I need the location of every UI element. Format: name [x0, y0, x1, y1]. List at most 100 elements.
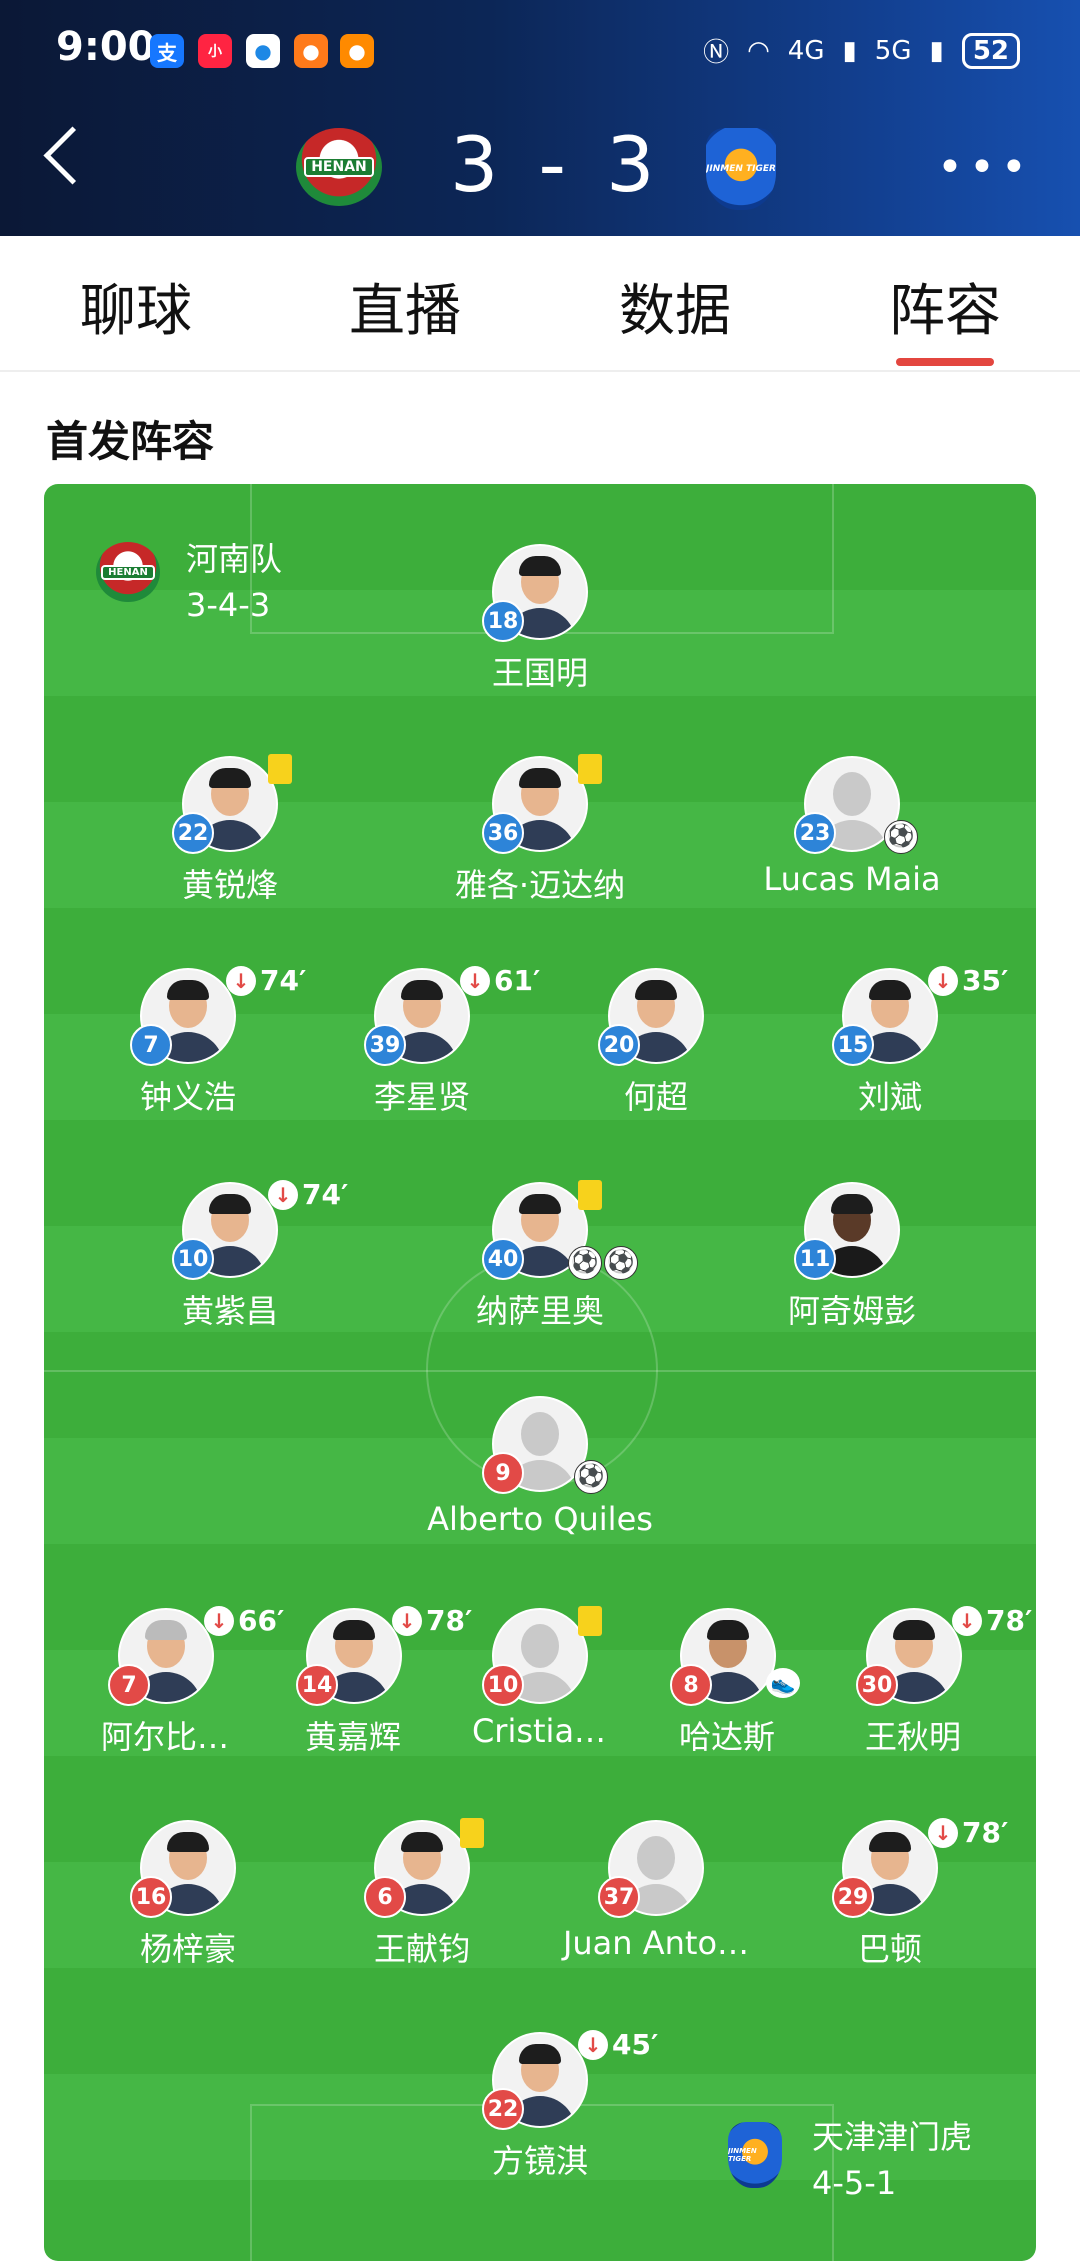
back-button[interactable]: [43, 126, 102, 185]
tab-live[interactable]: 直播: [305, 266, 505, 347]
tab-stats[interactable]: 数据: [575, 266, 775, 347]
lineup-pitch: HENAN 河南队 3-4-3 18 王国明 22 黄锐烽 36 雅各·迈达纳 …: [44, 484, 1036, 2261]
player-name: 纳萨里奥: [475, 1292, 604, 1330]
status-time: 9:00: [56, 24, 156, 70]
sub-minute: 78′: [962, 1816, 1009, 1849]
away-team-formation: 4-5-1: [812, 2164, 897, 2202]
signal-icon: ▮: [929, 35, 944, 66]
home-team-crest: HENAN: [96, 542, 160, 602]
jersey-number: 15: [832, 1024, 874, 1066]
jersey-number: 10: [172, 1238, 214, 1280]
player-name: 何超: [623, 1078, 688, 1116]
player-name: 王献钧: [373, 1930, 470, 1968]
jersey-number: 7: [130, 1024, 172, 1066]
player-name: 黄嘉辉: [304, 1718, 401, 1756]
yellow-card-icon: [578, 1606, 602, 1636]
signal-4g: 4G: [787, 35, 825, 66]
match-score: 3 - 3: [450, 120, 663, 209]
sub-minute: 74′: [260, 964, 307, 997]
jersey-number: 6: [364, 1876, 406, 1918]
home-team-formation: 3-4-3: [186, 586, 271, 624]
more-button[interactable]: •••: [937, 146, 1033, 190]
home-team-info: 河南队 3-4-3: [186, 536, 282, 628]
jersey-number: 40: [482, 1238, 524, 1280]
sub-minute: 45′: [612, 2028, 659, 2061]
tab-lineup[interactable]: 阵容: [845, 266, 1045, 347]
arrow-down-icon: ↓: [226, 966, 256, 996]
arrow-down-icon: ↓: [460, 966, 490, 996]
sub-minute: 74′: [302, 1178, 349, 1211]
player-name: 哈达斯: [678, 1718, 775, 1756]
arrow-down-icon: ↓: [578, 2030, 608, 2060]
jersey-number: 16: [130, 1876, 172, 1918]
jersey-number: 9: [482, 1452, 524, 1494]
arrow-down-icon: ↓: [928, 966, 958, 996]
jersey-number: 22: [172, 812, 214, 854]
away-team-info: 天津津门虎 4-5-1: [812, 2114, 972, 2206]
player-name: Alberto Quiles: [427, 1500, 653, 1538]
app-icon: ●: [340, 34, 374, 68]
arrow-down-icon: ↓: [928, 1818, 958, 1848]
jersey-number: 39: [364, 1024, 406, 1066]
yellow-card-icon: [460, 1818, 484, 1848]
jersey-number: 29: [832, 1876, 874, 1918]
ball-icon: ⚽: [884, 820, 918, 854]
arrow-down-icon: ↓: [392, 1606, 422, 1636]
status-indicators: Ⓝ ◠ 4G ▮ 5G ▮ 52: [703, 32, 1020, 69]
home-team-name: 河南队: [186, 540, 283, 578]
player-name: 巴顿: [857, 1930, 922, 1968]
arrow-down-icon: ↓: [268, 1180, 298, 1210]
yellow-card-icon: [268, 754, 292, 784]
player-name: 王国明: [491, 654, 588, 692]
player-name: Juan Anto…: [562, 1924, 750, 1962]
arrow-down-icon: ↓: [952, 1606, 982, 1636]
jersey-number: 30: [856, 1664, 898, 1706]
sub-minute: 78′: [986, 1604, 1033, 1637]
jersey-number: 22: [482, 2088, 524, 2130]
player-name: 杨梓豪: [139, 1930, 236, 1968]
jersey-number: 14: [296, 1664, 338, 1706]
arrow-down-icon: ↓: [204, 1606, 234, 1636]
ball-icon: ⚽: [574, 1460, 608, 1494]
signal-icon: ▮: [842, 35, 857, 66]
jersey-number: 8: [670, 1664, 712, 1706]
jersey-number: 23: [794, 812, 836, 854]
jersey-number: 7: [108, 1664, 150, 1706]
jersey-number: 10: [482, 1664, 524, 1706]
player-name: 阿奇姆彭: [787, 1292, 916, 1330]
player-name: 刘斌: [857, 1078, 922, 1116]
jersey-number: 37: [598, 1876, 640, 1918]
battery-indicator: 52: [961, 32, 1020, 69]
yellow-card-icon: [578, 1180, 602, 1210]
section-title: 首发阵容: [46, 417, 215, 466]
away-team-crest: JINMEN TIGER: [728, 2122, 782, 2188]
signal-5g: 5G: [874, 35, 912, 66]
player-name: 王秋明: [864, 1718, 961, 1756]
jersey-number: 18: [482, 600, 524, 642]
player-name: 黄锐烽: [181, 866, 278, 904]
away-team-name: 天津津门虎: [812, 2118, 973, 2156]
xiaohongshu-icon: 小: [198, 34, 232, 68]
player-name: 钟义浩: [139, 1078, 236, 1116]
yellow-card-icon: [578, 754, 602, 784]
home-team-crest[interactable]: HENAN: [296, 128, 382, 206]
away-team-crest[interactable]: JINMEN TIGER: [706, 128, 776, 210]
sub-minute: 35′: [962, 964, 1009, 997]
ball-icon: ⚽: [604, 1246, 638, 1280]
match-header: 9:00 支 小 ● ● ● Ⓝ ◠ 4G ▮ 5G ▮ 52 HENAN 3 …: [0, 0, 1080, 236]
player-name: Lucas Maia: [763, 860, 941, 898]
sub-minute: 61′: [494, 964, 541, 997]
jersey-number: 11: [794, 1238, 836, 1280]
jersey-number: 36: [482, 812, 524, 854]
wifi-icon: ◠: [747, 35, 770, 66]
boot-icon: 👟: [766, 1668, 800, 1698]
tab-chat[interactable]: 聊球: [36, 266, 236, 347]
alipay-icon: 支: [150, 34, 184, 68]
own-goal-icon: ⚽: [568, 1246, 602, 1280]
player-name: 阿尔比…: [100, 1718, 229, 1756]
nfc-icon: Ⓝ: [703, 38, 730, 68]
player-name: 方镜淇: [491, 2142, 588, 2180]
app-icon: ●: [294, 34, 328, 68]
sub-minute: 78′: [426, 1604, 473, 1637]
sub-minute: 66′: [238, 1604, 285, 1637]
